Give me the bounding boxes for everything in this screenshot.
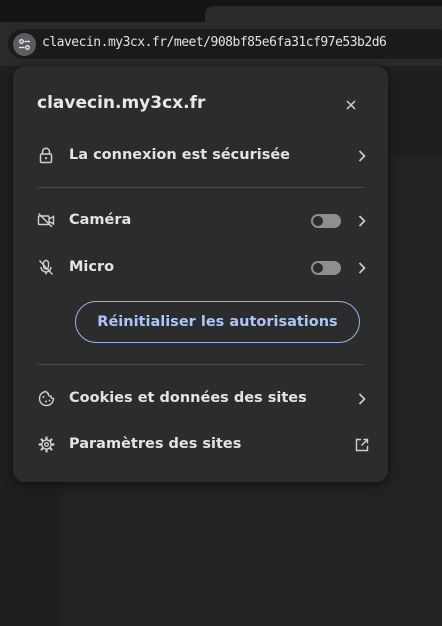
permission-row-camera[interactable]: Caméra <box>27 201 375 241</box>
lock-icon <box>37 146 55 164</box>
site-settings-row[interactable]: Paramètres des sites <box>27 425 375 465</box>
chevron-right-icon <box>355 260 369 276</box>
toggle-knob <box>313 263 323 273</box>
chevron-right-icon <box>355 213 369 229</box>
cookies-label: Cookies et données des sites <box>69 390 307 406</box>
connection-label: La connexion est sécurisée <box>69 147 291 163</box>
mic-off-icon <box>37 258 55 276</box>
site-settings-label: Paramètres des sites <box>69 436 242 452</box>
gear-icon <box>37 435 55 453</box>
camera-toggle[interactable] <box>311 214 341 228</box>
popup-site-name: clavecin.my3cx.fr <box>37 93 206 113</box>
close-icon <box>346 100 356 110</box>
permission-row-micro[interactable]: Micro <box>27 248 375 288</box>
chevron-right-icon <box>355 391 369 407</box>
micro-toggle[interactable] <box>311 261 341 275</box>
tab-strip <box>0 0 442 22</box>
permission-label-camera: Caméra <box>69 212 132 228</box>
cookie-icon <box>37 389 55 407</box>
camera-off-icon <box>37 211 55 229</box>
permission-label-micro: Micro <box>69 259 115 275</box>
site-info-button[interactable] <box>13 33 36 56</box>
active-tab[interactable] <box>205 6 442 22</box>
address-url[interactable]: clavecin.my3cx.fr/meet/908bf85e6fa31cf97… <box>42 35 387 50</box>
reset-permissions-button[interactable]: Réinitialiser les autorisations <box>75 301 360 343</box>
tune-icon <box>19 39 30 50</box>
connection-security-row[interactable]: La connexion est sécurisée <box>27 136 375 176</box>
toggle-knob <box>313 216 323 226</box>
close-button[interactable] <box>340 94 362 116</box>
site-info-popup: clavecin.my3cx.fr La connexion est sécur… <box>13 66 388 482</box>
cookies-row[interactable]: Cookies et données des sites <box>27 379 375 419</box>
open-external-icon <box>354 437 370 453</box>
divider <box>37 364 364 365</box>
chevron-right-icon <box>355 148 369 164</box>
divider <box>37 187 364 188</box>
